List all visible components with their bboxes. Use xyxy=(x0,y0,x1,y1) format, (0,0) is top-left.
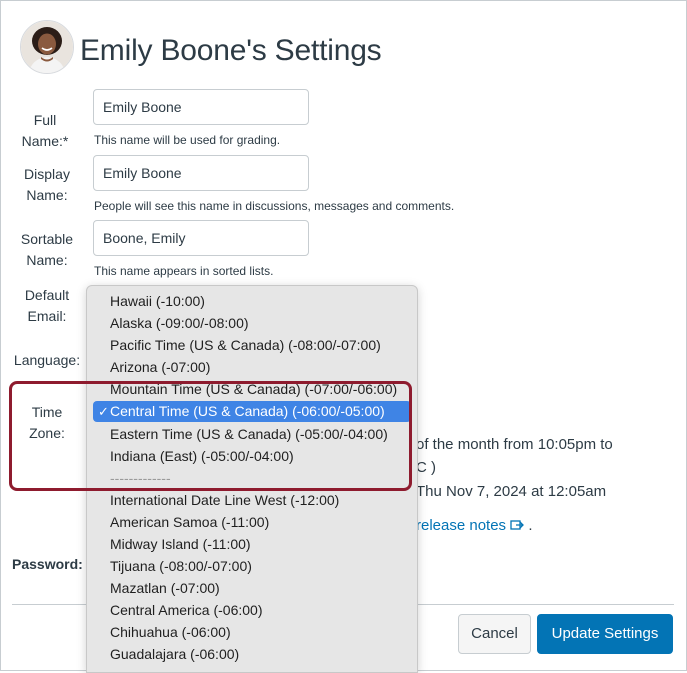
timezone-option[interactable]: Pacific Time (US & Canada) (-08:00/-07:0… xyxy=(93,335,411,356)
update-settings-button[interactable]: Update Settings xyxy=(537,614,673,654)
default-email-label-line1: Default xyxy=(24,287,70,303)
timezone-option[interactable]: Hawaii (-10:00) xyxy=(93,291,411,312)
full-name-hint: This name will be used for grading. xyxy=(94,133,281,147)
notice-text-line2: C ) xyxy=(416,459,436,476)
timezone-option[interactable]: American Samoa (-11:00) xyxy=(93,512,411,533)
timezone-option[interactable]: Tijuana (-08:00/-07:00) xyxy=(93,556,411,577)
release-notes-link[interactable]: release notes xyxy=(416,517,506,534)
sortable-name-input[interactable] xyxy=(93,220,309,256)
notice-text-line1: of the month from 10:05pm to xyxy=(416,436,613,453)
sortable-name-hint: This name appears in sorted lists. xyxy=(94,264,274,278)
notice-text-line3: Thu Nov 7, 2024 at 12:05am xyxy=(416,483,607,500)
release-notes-text: release notes . xyxy=(416,517,533,534)
full-name-input[interactable] xyxy=(93,89,309,125)
sortable-name-label: Sortable Name: xyxy=(12,229,82,271)
avatar-image-icon xyxy=(21,21,73,73)
time-zone-dropdown[interactable]: Hawaii (-10:00) Alaska (-09:00/-08:00) P… xyxy=(86,285,418,673)
full-name-label: Full Name:* xyxy=(21,112,69,149)
sortable-name-label-line2: Name: xyxy=(26,252,68,268)
timezone-option[interactable]: International Date Line West (-12:00) xyxy=(93,490,411,511)
display-name-label-line1: Display xyxy=(24,166,70,182)
timezone-option[interactable]: Eastern Time (US & Canada) (-05:00/-04:0… xyxy=(93,424,411,445)
default-email-label: Default Email: xyxy=(12,285,82,327)
language-label: Language: xyxy=(13,352,81,368)
checkmark-icon: ✓ xyxy=(98,404,109,419)
sortable-name-label-line1: Sortable xyxy=(20,231,74,247)
password-label: Password: xyxy=(12,556,83,572)
timezone-option-selected[interactable]: ✓ Central Time (US & Canada) (-06:00/-05… xyxy=(93,401,411,422)
timezone-option[interactable]: Indiana (East) (-05:00/-04:00) xyxy=(93,446,411,467)
display-name-label: Display Name: xyxy=(12,164,82,206)
page-title: Emily Boone's Settings xyxy=(80,34,382,67)
display-name-hint: People will see this name in discussions… xyxy=(94,199,455,213)
timezone-option[interactable]: Guadalajara (-06:00) xyxy=(93,644,411,665)
timezone-option[interactable]: Central America (-06:00) xyxy=(93,600,411,621)
timezone-option[interactable]: Chihuahua (-06:00) xyxy=(93,622,411,643)
display-name-input[interactable] xyxy=(93,155,309,191)
user-avatar[interactable] xyxy=(20,20,74,74)
external-link-icon xyxy=(510,517,528,534)
display-name-label-line2: Name: xyxy=(26,187,68,203)
timezone-separator: ------------- xyxy=(110,470,171,486)
timezone-option[interactable]: Mazatlan (-07:00) xyxy=(93,578,411,599)
release-notes-period: . xyxy=(528,517,533,534)
timezone-option-selected-label: Central Time (US & Canada) (-06:00/-05:0… xyxy=(110,403,385,419)
timezone-option[interactable]: Midway Island (-11:00) xyxy=(93,534,411,555)
cancel-button[interactable]: Cancel xyxy=(458,614,531,654)
time-zone-label: Time Zone: xyxy=(29,404,65,441)
timezone-option[interactable]: Arizona (-07:00) xyxy=(93,357,411,378)
timezone-option[interactable]: Mountain Time (US & Canada) (-07:00/-06:… xyxy=(93,379,411,400)
timezone-option[interactable]: Alaska (-09:00/-08:00) xyxy=(93,313,411,334)
default-email-label-line2: Email: xyxy=(27,308,67,324)
